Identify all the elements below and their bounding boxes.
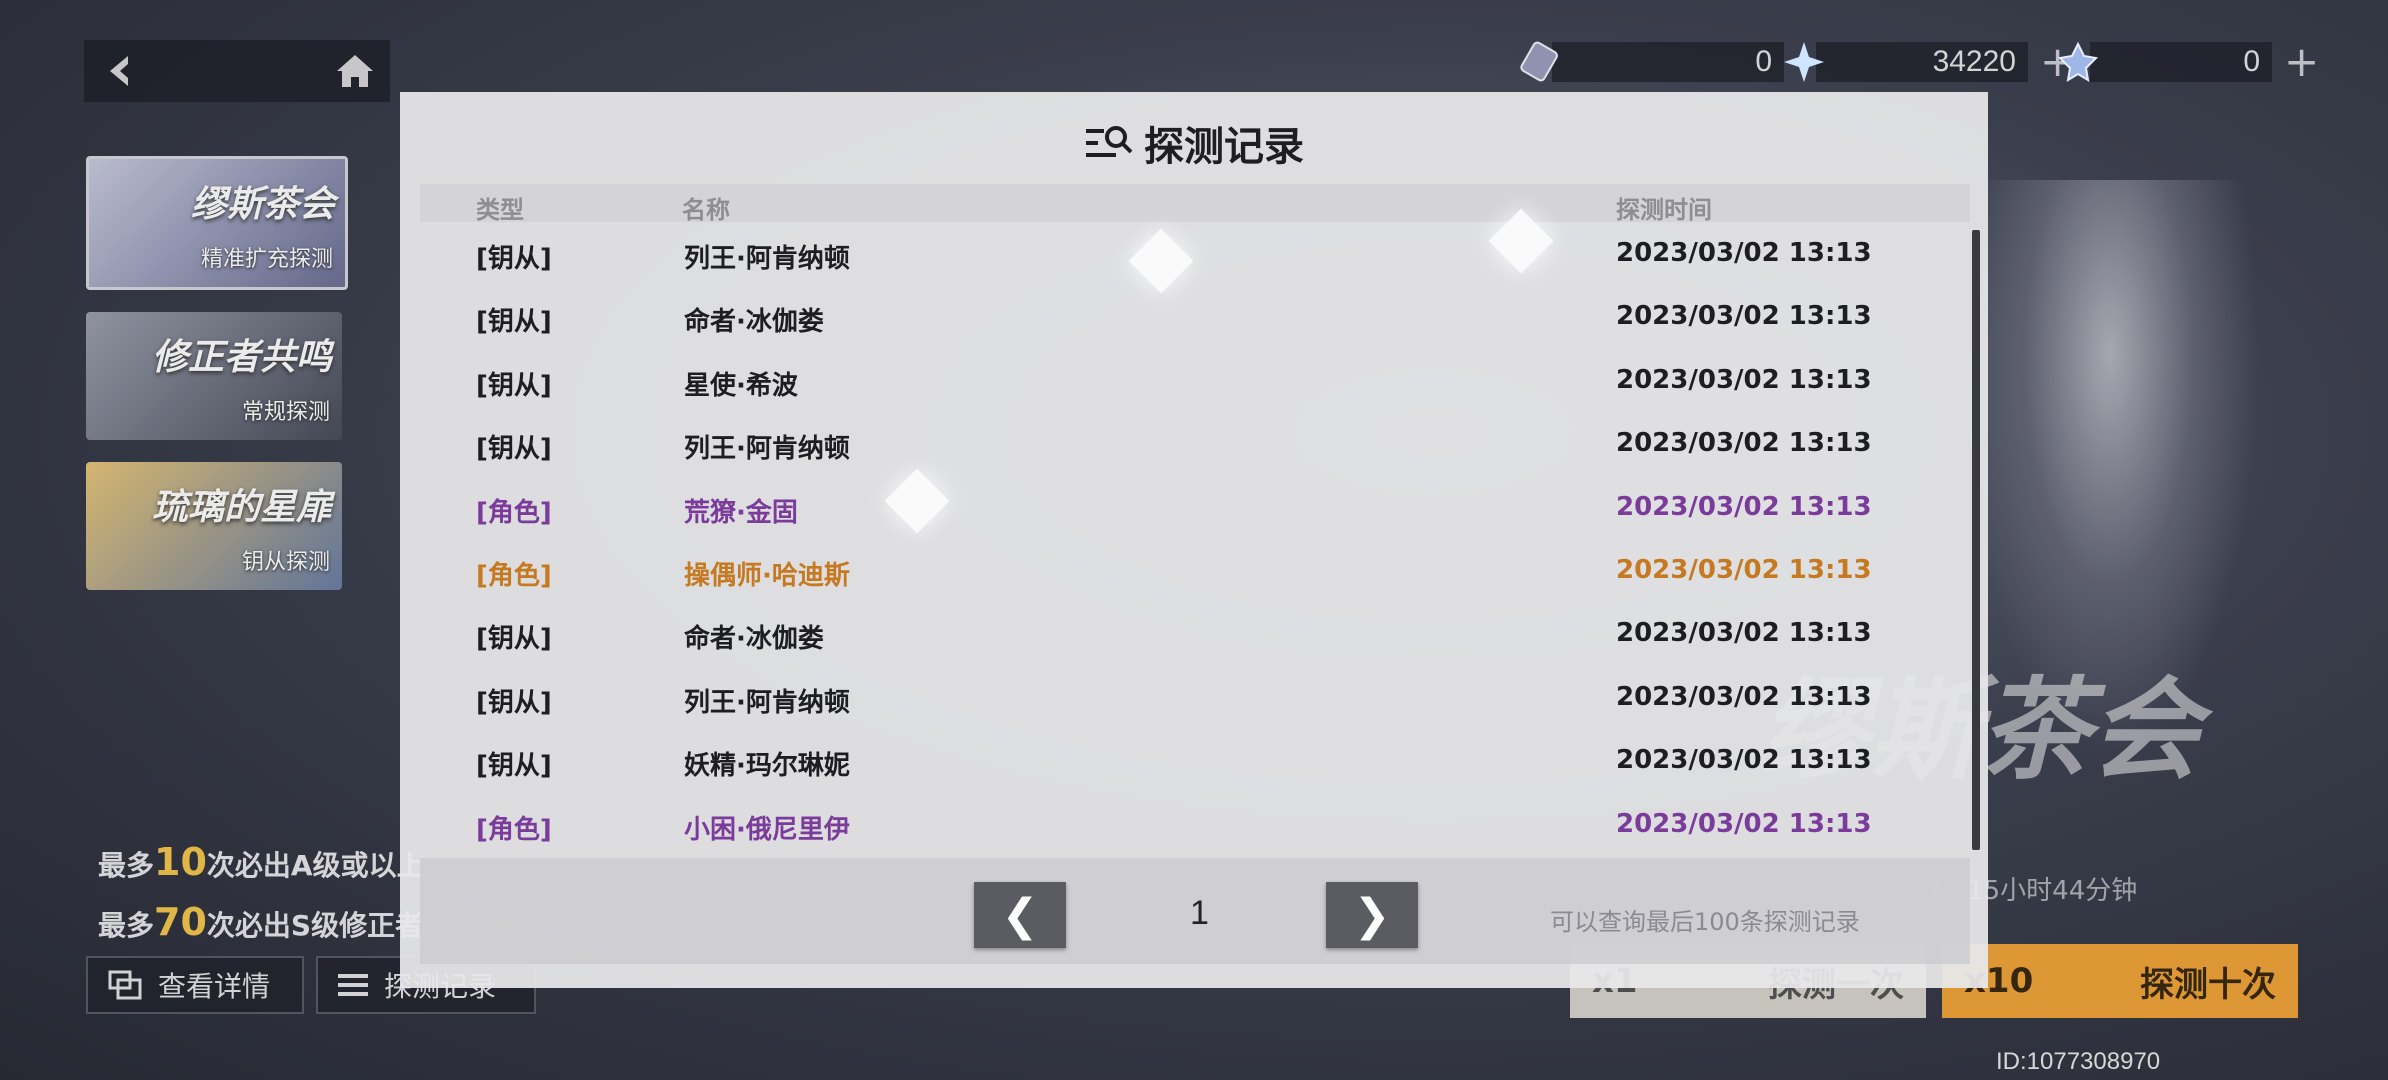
record-name: 妖精·玛尔琳妮 (684, 751, 850, 782)
record-time: 2023/03/02 13:13 (1616, 238, 1872, 268)
table-row: [钥从] 列王·阿肯纳顿 2023/03/02 13:13 (420, 412, 1970, 475)
record-type: [钥从] (476, 434, 552, 465)
prev-page-button[interactable]: ❮ (974, 882, 1066, 948)
detection-record-modal: 探测记录 类型 名称 探测时间 [钥从] 列王·阿肯纳顿 2023/03/02 13… (400, 92, 1988, 988)
col-time: 探测时间 (1616, 196, 1712, 224)
col-type: 类型 (476, 196, 524, 224)
table-row: [钥从] 星使·希波 2023/03/02 13:13 (420, 349, 1970, 412)
modal-title: 探测记录 (400, 114, 1988, 172)
record-type: [钥从] (476, 751, 552, 782)
modal-title-text: 探测记录 (1144, 124, 1304, 170)
table-row: [钥从] 命者·冰伽娄 2023/03/02 13:13 (420, 602, 1970, 665)
table-row: [角色] 小困·俄尼里伊 2023/03/02 13:13 (420, 793, 1970, 856)
record-time: 2023/03/02 13:13 (1616, 745, 1872, 776)
record-time: 2023/03/02 13:13 (1616, 681, 1872, 712)
record-name: 列王·阿肯纳顿 (684, 687, 850, 718)
table-row: [角色] 荒獠·金固 2023/03/02 13:13 (420, 476, 1970, 539)
record-type: [钥从] (476, 687, 552, 718)
record-type: [钥从] (476, 370, 552, 401)
pagination-note: 可以查询最后100条探测记录 (1550, 908, 1860, 936)
record-name: 操偶师·哈迪斯 (684, 561, 850, 591)
record-type: [角色] (476, 814, 552, 845)
table-row: [钥从] 列王·阿肯纳顿 2023/03/02 13:13 (420, 666, 1970, 729)
table-row: [钥从] 命者·冰伽娄 2023/03/02 13:13 (420, 285, 1970, 348)
record-time: 2023/03/02 13:13 (1616, 491, 1872, 522)
record-time: 2023/03/02 13:13 (1616, 364, 1872, 395)
table-row: [钥从] 列王·阿肯纳顿 2023/03/02 13:13 (420, 222, 1970, 285)
record-type: [钥从] (476, 624, 552, 655)
record-list[interactable]: [钥从] 列王·阿肯纳顿 2023/03/02 13:13 [钥从] 命者·冰伽娄 202… (420, 222, 1970, 950)
search-list-icon (1086, 126, 1133, 157)
record-type: [钥从] (476, 307, 552, 338)
record-name: 荒獠·金固 (684, 497, 798, 528)
record-time: 2023/03/02 13:13 (1616, 618, 1872, 649)
next-page-button[interactable]: ❯ (1326, 882, 1418, 948)
record-type: [角色] (476, 497, 552, 528)
record-time: 2023/03/02 13:13 (1616, 428, 1872, 459)
page-number: 1 (1190, 894, 1209, 932)
table-header: 类型 名称 探测时间 (420, 184, 1970, 224)
col-name: 名称 (682, 196, 730, 224)
record-type: [角色] (476, 561, 552, 591)
record-time: 2023/03/02 13:13 (1616, 301, 1872, 332)
record-name: 列王·阿肯纳顿 (684, 244, 850, 274)
record-name: 命者·冰伽娄 (684, 307, 824, 338)
table-row: [钥从] 妖精·玛尔琳妮 2023/03/02 13:13 (420, 729, 1970, 792)
crystal-icon (1784, 42, 1824, 82)
record-name: 小困·俄尼里伊 (684, 814, 850, 845)
record-name: 星使·希波 (684, 370, 798, 401)
star-shard-icon (2057, 41, 2099, 82)
record-time: 2023/03/02 13:13 (1616, 555, 1872, 585)
record-name: 列王·阿肯纳顿 (684, 434, 850, 465)
record-time: 2023/03/02 13:13 (1616, 808, 1872, 839)
pagination-bar: ❮ 1 ❯ 可以查询最后100条探测记录 (420, 858, 1970, 964)
record-name: 命者·冰伽娄 (684, 624, 824, 655)
record-type: [钥从] (476, 244, 552, 274)
record-list-scrollbar[interactable] (1972, 230, 1980, 850)
table-row: [角色] 操偶师·哈迪斯 2023/03/02 13:13 (420, 539, 1970, 602)
ticket-icon (1520, 41, 1558, 82)
